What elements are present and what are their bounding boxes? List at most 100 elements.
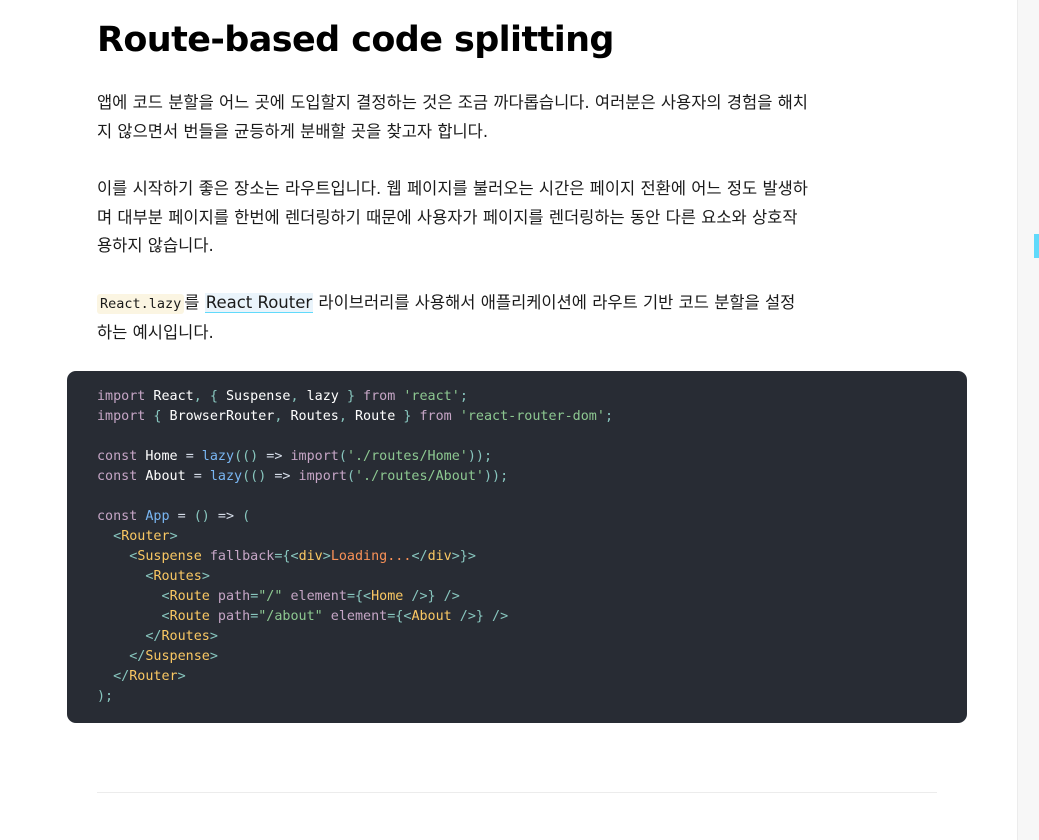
code-token: < [113, 529, 122, 544]
scrollbar-track[interactable] [1017, 0, 1039, 840]
code-token: ={< [346, 589, 372, 604]
code-token: = [185, 449, 194, 464]
code-token: (() [234, 449, 259, 464]
code-token: from [411, 409, 460, 424]
code-token: , { [193, 389, 218, 404]
inline-code-react-lazy: React.lazy [97, 294, 185, 314]
code-line: <Router> [97, 527, 937, 547]
code-token: > [169, 529, 178, 544]
code-token: />} [403, 589, 436, 604]
code-token: Home [371, 589, 404, 604]
code-token: , [290, 389, 299, 404]
react-router-link[interactable]: React Router [204, 293, 314, 313]
code-token: => [258, 449, 283, 464]
code-token: > [201, 569, 210, 584]
code-token: './routes/Home' [346, 449, 468, 464]
code-token: ={< [274, 549, 299, 564]
paragraph-text: 를 [184, 293, 205, 312]
code-line: </Routes> [97, 627, 937, 647]
code-token: Route [346, 409, 404, 424]
code-token: />} [451, 609, 484, 624]
code-token: > [322, 549, 331, 564]
code-token: ); [97, 689, 114, 704]
code-token: lazy [201, 469, 243, 484]
code-token: >}> [451, 549, 476, 564]
code-token: } [346, 389, 355, 404]
code-token: )); [467, 449, 493, 464]
code-token: </ [411, 549, 428, 564]
code-token: < [161, 589, 170, 604]
code-token: const [97, 449, 138, 464]
code-token: import [282, 449, 339, 464]
code-token: Suspense [217, 389, 291, 404]
code-token: fallback [201, 549, 275, 564]
code-token: </ [129, 649, 146, 664]
code-token: () [185, 509, 210, 524]
code-line: </Router> [97, 667, 937, 687]
code-token: Routes [282, 409, 339, 424]
code-token: </ [145, 629, 162, 644]
code-block[interactable]: import React, { Suspense, lazy } from 'r… [67, 371, 967, 723]
code-token: => [209, 509, 235, 524]
code-token: Router [129, 669, 178, 684]
code-token: path [209, 609, 251, 624]
code-token: ; [459, 389, 468, 404]
code-token: ; [604, 409, 613, 424]
code-lines: import React, { Suspense, lazy } from 'r… [97, 387, 937, 707]
code-token: Route [169, 589, 210, 604]
code-token: /> [484, 609, 509, 624]
code-line: <Route path="/" element={<Home />} /> [97, 587, 937, 607]
code-token: "/about" [258, 609, 323, 624]
code-token: lazy [298, 389, 347, 404]
code-token: './routes/About' [355, 469, 484, 484]
code-token: )); [484, 469, 509, 484]
code-token: < [161, 609, 170, 624]
code-token: About [411, 609, 452, 624]
code-token: About [137, 469, 194, 484]
code-token: = [193, 469, 202, 484]
code-token: Route [169, 609, 210, 624]
code-token: import [97, 409, 146, 424]
code-line: const About = lazy(() => import('./route… [97, 467, 937, 487]
code-token: ( [338, 449, 347, 464]
code-token: Loading... [330, 549, 412, 564]
code-token: Routes [153, 569, 202, 584]
code-token: element [322, 609, 388, 624]
code-line: const App = () => ( [97, 507, 937, 527]
nav-indicator [1034, 234, 1039, 258]
code-token: const [97, 509, 138, 524]
code-line: import { BrowserRouter, Routes, Route } … [97, 407, 937, 427]
code-token: 'react-router-dom' [459, 409, 605, 424]
paragraph-intro: 앱에 코드 분할을 어느 곳에 도입할지 결정하는 것은 조금 까다롭습니다. … [97, 93, 808, 141]
code-line: <Routes> [97, 567, 937, 587]
code-token: (() [242, 469, 267, 484]
code-token: ={< [387, 609, 412, 624]
code-token: BrowserRouter [161, 409, 275, 424]
code-token: path [209, 589, 251, 604]
paragraph-example: React.lazy 를 React Router 라이브러리를 사용해서 애플리… [97, 289, 809, 347]
code-token: 'react' [403, 389, 460, 404]
code-token: , [338, 409, 347, 424]
code-token: element [282, 589, 347, 604]
code-line: ); [97, 687, 937, 707]
code-token: Suspense [137, 549, 202, 564]
code-token: > [209, 649, 218, 664]
code-token: /> [435, 589, 460, 604]
code-token: div [427, 549, 452, 564]
code-token: > [177, 669, 186, 684]
code-token: > [209, 629, 218, 644]
code-token: => [266, 469, 291, 484]
code-token: Router [121, 529, 170, 544]
code-token: </ [113, 669, 130, 684]
code-token: = [177, 509, 186, 524]
code-token: React [145, 389, 194, 404]
code-token: div [298, 549, 323, 564]
